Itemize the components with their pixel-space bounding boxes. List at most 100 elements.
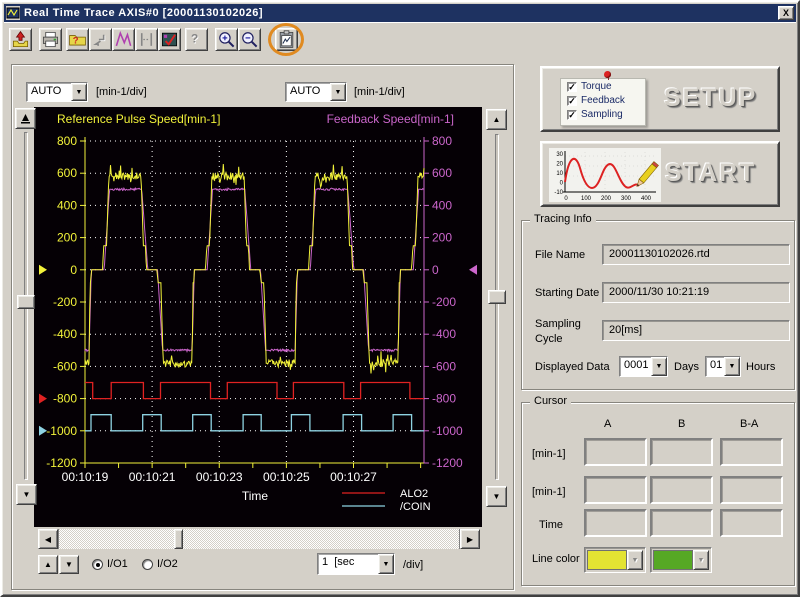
line-color-a-combo[interactable]: ▼ [584, 547, 646, 573]
svg-text:10: 10 [556, 171, 563, 177]
cursor-row3-label: Time [539, 519, 564, 531]
timebase-value: 1 [sec [322, 556, 355, 568]
cursor-value-b1 [650, 438, 713, 466]
line-color-label: Line color [532, 553, 580, 565]
days-label: Days [674, 361, 700, 373]
cursor-col-a-header: A [604, 418, 612, 430]
window-title: Real Time Trace AXIS#0 [20001130102026] [24, 7, 264, 19]
signal-marker-icon [21, 114, 30, 124]
right-vertical-slider-thumb[interactable] [488, 290, 506, 304]
left-vertical-slider-thumb[interactable] [17, 295, 35, 309]
span-select-icon [140, 33, 153, 46]
setup-checkbox-feedback: ✓ Feedback [567, 94, 645, 107]
radio-io2[interactable]: I/O2 [142, 558, 178, 570]
cursor-time-a [584, 509, 647, 537]
hscroll-track[interactable] [58, 529, 460, 549]
copy-to-clipboard-icon [279, 30, 294, 48]
zoom-out-button[interactable] [238, 28, 261, 51]
svg-text:100: 100 [581, 196, 592, 202]
cursor-row2-label: [min-1] [532, 486, 566, 498]
starting-date-field: 2000/11/30 10:21:19 [602, 282, 790, 303]
svg-text:20: 20 [556, 162, 563, 168]
chevron-down-icon: ▼ [627, 550, 643, 570]
radio-io2-circle[interactable] [142, 558, 153, 570]
svg-text:0: 0 [432, 263, 439, 277]
chevron-down-icon[interactable]: ▼ [724, 357, 740, 376]
load-trace-data-button[interactable] [9, 28, 32, 51]
right-marker-down-button[interactable]: ▼ [486, 486, 507, 507]
radio-io1-circle[interactable] [92, 558, 103, 570]
app-window: Real Time Trace AXIS#0 [20001130102026] … [0, 0, 800, 597]
left-marker-top-button[interactable] [15, 108, 36, 129]
io-down-button[interactable]: ▼ [59, 555, 79, 574]
hscroll-right-button[interactable]: ▶ [460, 529, 480, 549]
right-scale-combo[interactable]: AUTO ▼ [285, 82, 347, 102]
left-marker-down-button[interactable]: ▼ [16, 484, 37, 505]
waveform-view-button[interactable] [112, 28, 135, 51]
checkbox-checked-icon: ✓ [567, 95, 577, 106]
context-help-button[interactable]: ? ? [185, 28, 208, 51]
setup-button-label: SETUP [664, 84, 758, 112]
right-vertical-slider-track[interactable] [495, 134, 499, 480]
svg-text:00:10:23: 00:10:23 [196, 470, 243, 484]
zoom-in-icon [219, 32, 235, 48]
io-up-button[interactable]: ▲ [38, 555, 58, 574]
svg-text:300: 300 [621, 196, 632, 202]
svg-text:-10: -10 [554, 190, 563, 196]
chevron-down-icon[interactable]: ▼ [71, 83, 87, 101]
chevron-down-icon[interactable]: ▼ [378, 554, 394, 574]
cursor-value-ba1 [720, 438, 783, 466]
svg-text:-400: -400 [53, 327, 77, 341]
days-combo[interactable]: 0001 ▼ [619, 356, 668, 377]
svg-text:-200: -200 [53, 295, 77, 309]
span-select-button[interactable] [135, 28, 158, 51]
hours-combo[interactable]: 01 ▼ [705, 356, 741, 377]
svg-text:Feedback Speed[min-1]: Feedback Speed[min-1] [327, 112, 454, 126]
svg-text:-1200: -1200 [46, 456, 77, 470]
cursor-time-b [650, 509, 713, 537]
zoom-in-button[interactable] [215, 28, 238, 51]
chevron-down-icon[interactable]: ▼ [330, 83, 346, 101]
cursor-title: Cursor [530, 395, 572, 407]
radio-io1[interactable]: I/O1 [92, 558, 128, 570]
close-button[interactable]: X [778, 6, 794, 20]
setup-checkbox-label: Sampling [581, 109, 623, 120]
left-scale-unit-label: [min-1/div] [96, 86, 147, 98]
right-scale-unit-label: [min-1/div] [354, 86, 405, 98]
pushpin-icon [604, 71, 611, 78]
print-icon [42, 31, 59, 48]
zoom-out-icon [242, 32, 258, 48]
file-info-button[interactable]: ? [66, 28, 89, 51]
hscroll-thumb[interactable] [174, 529, 183, 549]
chevron-down-icon[interactable]: ▼ [651, 357, 667, 376]
waveform-view-icon [115, 30, 132, 47]
trace-verify-button[interactable] [158, 28, 181, 51]
timebase-combo[interactable]: 1 [sec ▼ [317, 553, 395, 575]
svg-text:00:10:27: 00:10:27 [330, 470, 377, 484]
file-info-icon: ? [69, 35, 86, 46]
svg-text:400: 400 [57, 198, 77, 212]
svg-text:-1000: -1000 [46, 424, 77, 438]
copy-to-clipboard-button[interactable] [275, 28, 298, 51]
left-scale-combo[interactable]: AUTO ▼ [26, 82, 88, 102]
sampling-cycle-label-2: Cycle [535, 333, 563, 345]
print-button[interactable] [39, 28, 62, 51]
cursor-time-ba [720, 509, 783, 537]
app-icon [6, 6, 20, 20]
svg-text:00:10:21: 00:10:21 [129, 470, 176, 484]
hours-value: 01 [710, 359, 723, 371]
import-graph-button[interactable] [89, 28, 112, 51]
svg-text:ALO2: ALO2 [400, 488, 428, 500]
line-color-b-combo[interactable]: ▼ [650, 547, 712, 573]
svg-text:00:10:19: 00:10:19 [62, 470, 109, 484]
starting-date-label: Starting Date [535, 287, 600, 299]
right-marker-up-button[interactable]: ▲ [486, 109, 507, 130]
svg-text:-1200: -1200 [432, 456, 463, 470]
setup-checkbox-torque: ✓ Torque [567, 80, 645, 93]
tracing-info-title: Tracing Info [530, 213, 596, 225]
svg-text:-200: -200 [432, 295, 456, 309]
cursor-col-b-header: B [678, 418, 686, 430]
hscroll-left-button[interactable]: ◀ [38, 529, 58, 549]
trace-chart[interactable]: 800 800 600 600 400 400 200 200 0 0 -200 -200 -400 -4… [34, 107, 482, 527]
import-graph-icon [93, 34, 106, 46]
